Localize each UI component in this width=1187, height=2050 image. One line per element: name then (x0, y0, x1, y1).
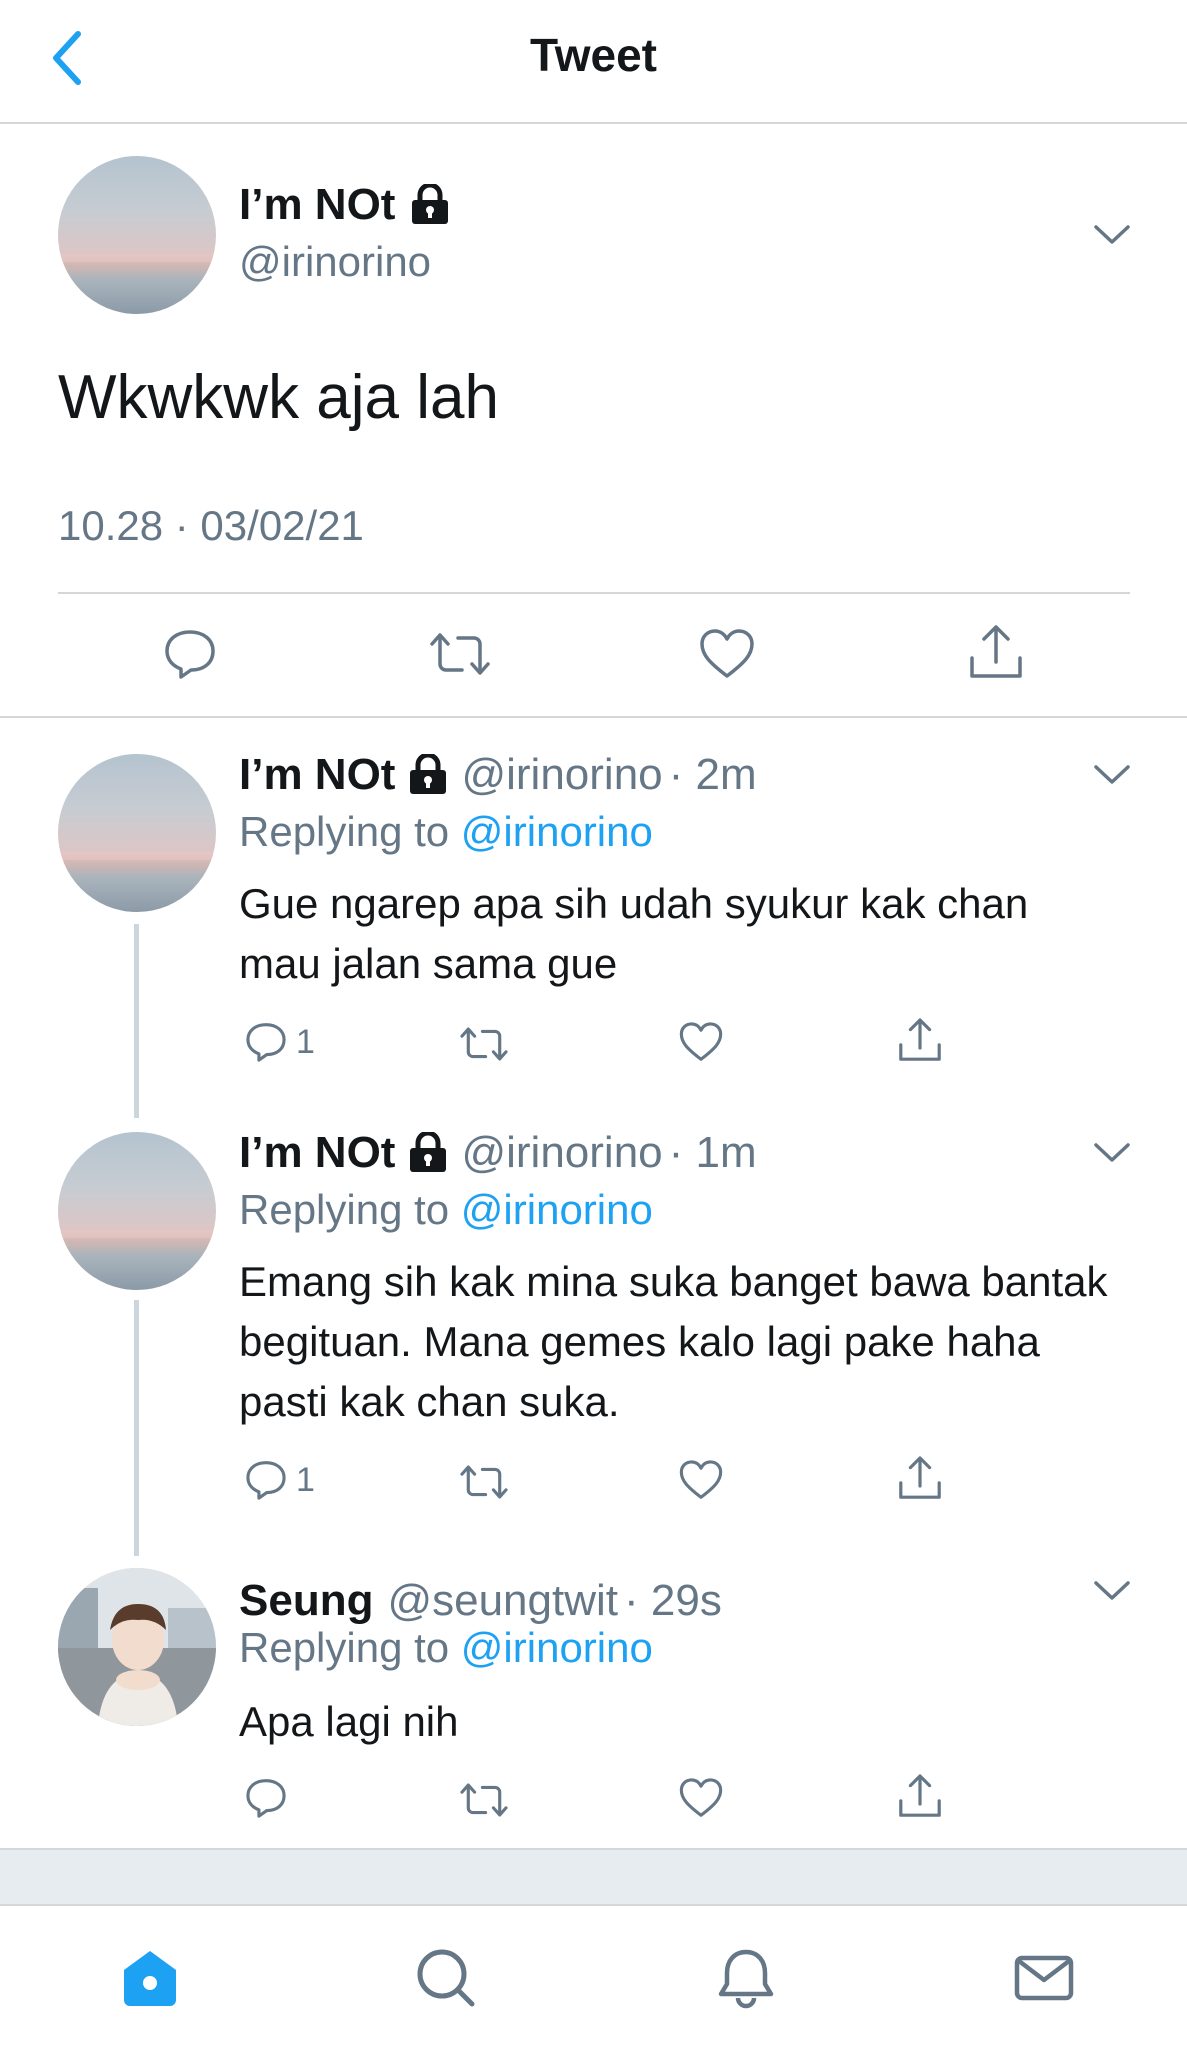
replying-to: Replying to @irinorino (239, 1624, 653, 1672)
avatar[interactable] (58, 1568, 216, 1726)
like-button[interactable] (698, 626, 756, 682)
retweet-button[interactable] (458, 1022, 510, 1066)
retweet-button[interactable] (428, 626, 492, 682)
bottom-tab-bar (0, 1904, 1187, 2050)
chevron-down-icon[interactable] (1092, 762, 1132, 788)
author-handle[interactable]: @irinorino (239, 238, 431, 286)
timeline-end-spacer (0, 1848, 1187, 1906)
tab-messages[interactable] (1012, 1946, 1076, 2010)
profile-photo (58, 1568, 216, 1726)
lock-icon (410, 1132, 447, 1172)
tweet-text: Gue ngarep apa sih udah syukur kak chan … (239, 880, 1029, 987)
reply-icon (246, 1023, 286, 1062)
messages-icon (1014, 1955, 1074, 2001)
mention-link[interactable]: @irinorino (461, 808, 653, 855)
reply-count: 1 (296, 1460, 315, 1499)
mention-link[interactable]: @irinorino (461, 1186, 653, 1233)
search-icon (417, 1949, 475, 2007)
author-name: I’m NOt (239, 180, 396, 229)
retweet-icon (460, 1465, 508, 1499)
notifications-icon (718, 1949, 774, 2009)
reply-icon (246, 1461, 286, 1500)
heart-icon (679, 1460, 723, 1499)
avatar[interactable] (58, 1132, 216, 1290)
home-icon (124, 1951, 176, 2006)
like-button[interactable] (678, 1776, 724, 1820)
share-icon (970, 625, 1022, 678)
heart-icon (679, 1778, 723, 1817)
avatar[interactable] (58, 156, 216, 314)
lock-icon (412, 184, 449, 224)
share-icon (899, 1774, 941, 1817)
author-handle: @seungtwit (387, 1576, 619, 1625)
retweet-button[interactable] (458, 1778, 510, 1822)
author-name-row[interactable]: I’m NOt (239, 180, 451, 230)
heart-icon (679, 1022, 723, 1061)
reply-button[interactable] (244, 1776, 296, 1820)
share-button[interactable] (966, 622, 1026, 682)
top-navigation-bar: Tweet (0, 0, 1187, 124)
like-button[interactable] (678, 1020, 724, 1064)
reply-header[interactable]: Seung @seungtwit · 29s (239, 1576, 722, 1626)
reply-header[interactable]: I’m NOt @irinorino · 2m (239, 750, 757, 800)
share-button[interactable] (896, 1772, 944, 1820)
share-icon (899, 1456, 941, 1499)
reply-icon (165, 630, 215, 679)
reply-button[interactable] (162, 626, 218, 682)
author-handle: @irinorino (461, 750, 663, 799)
reply-button[interactable]: 1 (244, 1020, 315, 1064)
tweet-timestamp: 10.28 · 03/02/21 (58, 502, 364, 549)
thread-connector (134, 924, 139, 1118)
replying-to: Replying to @irinorino (239, 808, 653, 856)
avatar[interactable] (58, 754, 216, 912)
page-title: Tweet (530, 29, 657, 81)
tweet-time: · 2m (668, 750, 757, 799)
lock-icon (410, 754, 447, 794)
replying-to-label: Replying to (239, 1624, 461, 1671)
chevron-down-icon[interactable] (1092, 1578, 1132, 1604)
author-name: I’m NOt (239, 1128, 396, 1177)
tab-search[interactable] (414, 1946, 478, 2010)
author-name: I’m NOt (239, 750, 396, 799)
chevron-down-icon[interactable] (1092, 222, 1132, 248)
author-name: Seung (239, 1576, 374, 1625)
reply-header[interactable]: I’m NOt @irinorino · 1m (239, 1128, 757, 1178)
replying-to-label: Replying to (239, 1186, 461, 1233)
reply-icon (246, 1779, 286, 1818)
retweet-button[interactable] (458, 1460, 510, 1504)
reply-button[interactable]: 1 (244, 1458, 315, 1502)
replying-to: Replying to @irinorino (239, 1186, 653, 1234)
share-button[interactable] (896, 1016, 944, 1064)
tweet-text: Emang sih kak mina suka banget bawa bant… (239, 1258, 1108, 1425)
heart-icon (700, 629, 754, 678)
tweet-time: · 29s (624, 1576, 722, 1625)
like-button[interactable] (678, 1458, 724, 1502)
tweet-time: · 1m (668, 1128, 757, 1177)
tweet-text: Wkwkwk aja lah (58, 363, 499, 432)
share-button[interactable] (896, 1454, 944, 1502)
retweet-icon (460, 1027, 508, 1061)
chevron-down-icon[interactable] (1092, 1140, 1132, 1166)
divider (58, 592, 1130, 594)
mention-link[interactable]: @irinorino (461, 1624, 653, 1671)
retweet-icon (430, 633, 490, 675)
reply-count: 1 (296, 1022, 315, 1061)
tab-home[interactable] (118, 1946, 182, 2010)
tab-notifications[interactable] (714, 1946, 778, 2010)
retweet-icon (460, 1783, 508, 1817)
thread-connector (134, 1300, 139, 1556)
replying-to-label: Replying to (239, 808, 461, 855)
share-icon (899, 1018, 941, 1061)
tweet-text: Apa lagi nih (239, 1698, 459, 1745)
author-handle: @irinorino (461, 1128, 663, 1177)
divider (0, 716, 1187, 718)
